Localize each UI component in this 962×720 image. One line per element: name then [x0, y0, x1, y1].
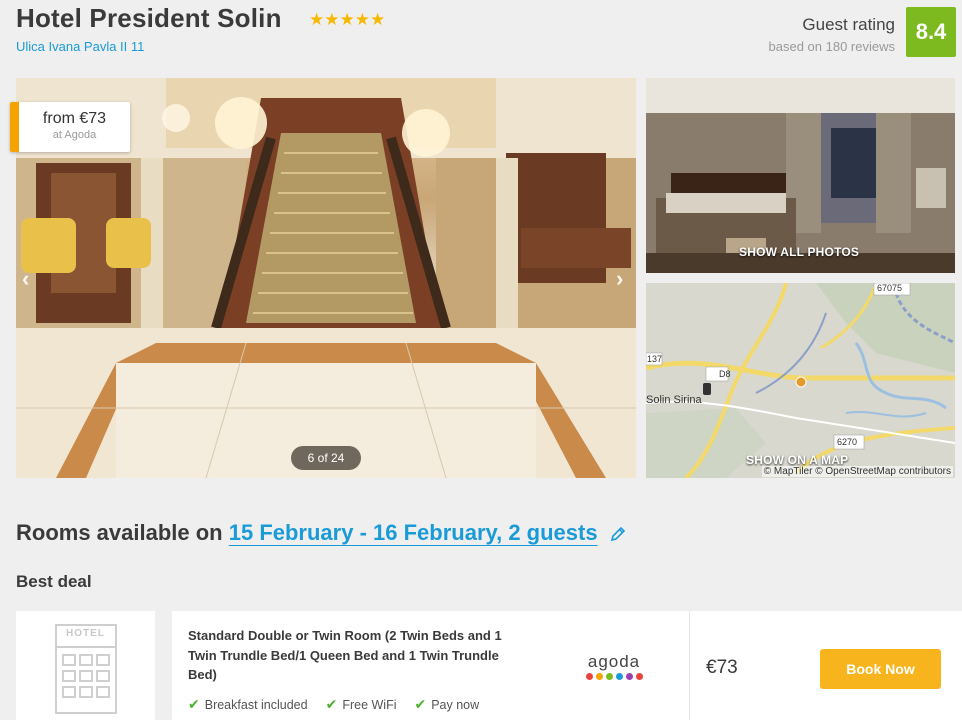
best-deal-card: Standard Double or Twin Room (2 Twin Bed…: [172, 611, 962, 720]
rooms-heading: Rooms available on 15 February - 16 Febr…: [16, 520, 626, 546]
agoda-logo: agoda: [583, 653, 645, 680]
amenity-label: Pay now: [431, 697, 480, 712]
price-from-label: from €73: [42, 110, 107, 127]
rating-score-badge: 8.4: [906, 7, 956, 57]
logo-dot: [595, 673, 603, 680]
amenity-pay-now: ✔ Pay now: [414, 696, 479, 713]
amenity-wifi: ✔ Free WiFi: [326, 696, 397, 713]
map-road-label-6270: 6270: [837, 437, 858, 447]
room-name[interactable]: Standard Double or Twin Room (2 Twin Bed…: [188, 626, 528, 685]
logo-dot: [635, 673, 643, 680]
amenities-list: ✔ Breakfast included ✔ Free WiFi ✔ Pay n…: [188, 696, 479, 713]
chevron-right-icon[interactable]: ›: [616, 266, 623, 292]
agoda-dots: [583, 673, 645, 680]
show-on-map-tile[interactable]: D8 Solin Sirina 6270 67075 137 SHOW ON A…: [646, 283, 955, 478]
pencil-icon[interactable]: [610, 526, 626, 542]
amenity-label: Breakfast included: [204, 697, 308, 712]
logo-dot: [605, 673, 613, 680]
hotel-placeholder-card: HOTEL: [16, 611, 155, 720]
map-thumbnail: [646, 283, 955, 478]
show-on-map-label[interactable]: SHOW ON A MAP: [746, 453, 848, 467]
logo-dot: [625, 673, 633, 680]
book-now-button[interactable]: Book Now: [820, 649, 941, 689]
price-source-label: at Agoda: [52, 129, 97, 141]
map-place-label: Solin Sirina: [646, 394, 702, 406]
chevron-left-icon[interactable]: ‹: [22, 266, 29, 292]
logo-dot: [615, 673, 623, 680]
check-icon: ✔: [188, 696, 200, 712]
logo-dot: [585, 673, 593, 680]
check-icon: ✔: [325, 696, 338, 712]
photo-counter: 6 of 24: [291, 446, 361, 470]
check-icon: ✔: [414, 696, 427, 712]
best-deal-label: Best deal: [16, 572, 92, 591]
show-all-photos-tile[interactable]: SHOW ALL PHOTOS: [646, 78, 955, 273]
deal-divider: [689, 611, 690, 720]
star-rating: ★★★★★: [309, 10, 386, 29]
map-road-label-d8: D8: [719, 369, 731, 379]
deal-price: €73: [706, 657, 738, 678]
map-road-label-137: 137: [647, 354, 663, 364]
price-tag[interactable]: from €73 at Agoda: [10, 102, 130, 152]
show-all-photos-label[interactable]: SHOW ALL PHOTOS: [739, 245, 859, 259]
hotel-title: Hotel President Solin: [16, 3, 282, 33]
amenity-label: Free WiFi: [342, 697, 397, 712]
review-count: based on 180 reviews: [768, 39, 895, 54]
hotel-address-link[interactable]: Ulica Ivana Pavla II 11: [16, 39, 144, 54]
rooms-heading-prefix: Rooms available on: [16, 520, 229, 545]
hotel-placeholder-text: HOTEL: [66, 628, 105, 639]
guest-rating-label: Guest rating: [802, 15, 895, 34]
map-attribution[interactable]: © MapTiler © OpenStreetMap contributors: [761, 466, 953, 477]
amenity-breakfast: ✔ Breakfast included: [188, 696, 308, 713]
bedroom-photo: [646, 78, 955, 273]
provider-name: agoda: [587, 652, 641, 671]
rooms-dates-link[interactable]: 15 February - 16 February, 2 guests: [229, 520, 598, 545]
map-road-label-67075: 67075: [877, 283, 903, 293]
